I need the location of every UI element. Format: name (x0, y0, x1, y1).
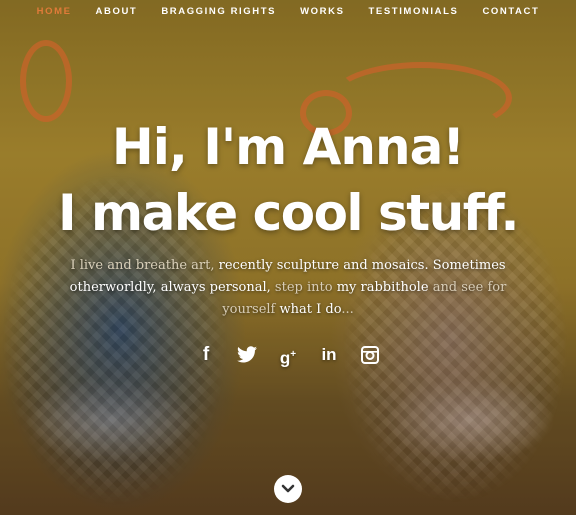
scroll-down-button[interactable] (274, 475, 302, 503)
intro-text: I live and breathe art, (70, 258, 215, 273)
chevron-down-icon (281, 484, 295, 493)
nav-contact[interactable]: CONTACT (470, 0, 551, 24)
google-plus-icon[interactable]: g+ (268, 343, 309, 371)
nav-works[interactable]: WORKS (288, 0, 356, 24)
rabbithole-link[interactable]: my rabbithole (337, 280, 429, 295)
nav-testimonials[interactable]: TESTIMONIALS (357, 0, 471, 24)
hero-headline-line2: I make cool stuff. (58, 184, 520, 242)
nav-home[interactable]: HOME (25, 0, 84, 24)
intro-text: step into (274, 280, 333, 295)
nav-bragging-rights[interactable]: BRAGGING RIGHTS (149, 0, 288, 24)
intro-text: Sometimes (432, 258, 506, 273)
intro-text: otherworldly, (69, 280, 157, 295)
social-links: f g+ in (0, 343, 576, 371)
hero-intro: I live and breathe art, recently sculptu… (55, 255, 521, 321)
intro-text: always personal, (160, 280, 271, 295)
twitter-icon[interactable] (227, 343, 268, 371)
intro-text: what I do (279, 302, 342, 317)
main-nav: HOME ABOUT BRAGGING RIGHTS WORKS TESTIMO… (0, 0, 576, 24)
instagram-icon[interactable] (350, 343, 391, 371)
facebook-icon[interactable]: f (186, 343, 227, 371)
wall-doodle (20, 40, 72, 122)
nav-about[interactable]: ABOUT (84, 0, 150, 24)
intro-ellipsis: ... (341, 302, 354, 317)
intro-text: recently sculpture and mosaics. (218, 258, 429, 273)
linkedin-icon[interactable]: in (309, 343, 350, 371)
hero-headline-line1: Hi, I'm Anna! (111, 118, 465, 176)
